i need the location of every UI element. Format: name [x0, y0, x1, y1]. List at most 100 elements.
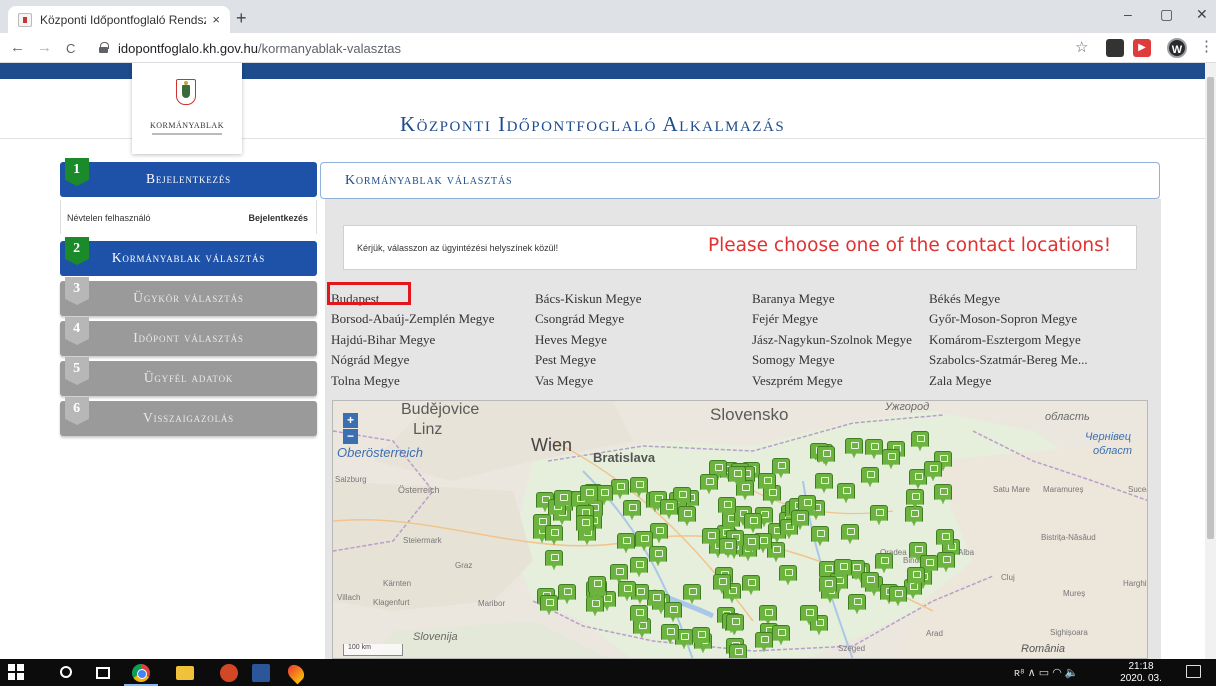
- step-number-badge: 6: [65, 397, 89, 425]
- tab-strip: Központi Időpontfoglaló Rendsz × + – ▢ ✕: [0, 0, 1216, 33]
- location-map[interactable]: + − Budějovice Linz Wien Oberösterreich …: [332, 400, 1148, 659]
- location-link[interactable]: Heves Megye: [535, 332, 607, 348]
- close-window-icon[interactable]: ✕: [1196, 6, 1208, 23]
- forward-arrow-icon[interactable]: →: [37, 39, 52, 56]
- maps-icon[interactable]: [284, 661, 308, 685]
- location-link[interactable]: Vas Megye: [535, 373, 593, 389]
- step-label: Bejelentkezés: [146, 171, 231, 186]
- map-label: Alba: [958, 548, 975, 557]
- map-label: Cluj: [1001, 573, 1015, 582]
- step-label: Ügyfél adatok: [143, 370, 234, 385]
- bookmark-star-icon[interactable]: ☆: [1075, 38, 1093, 56]
- location-link[interactable]: Nógrád Megye: [331, 352, 409, 368]
- kormanyablak-logo[interactable]: KORMÁNYABLAK: [132, 63, 242, 154]
- location-marker[interactable]: [729, 644, 747, 658]
- chrome-icon[interactable]: [132, 664, 150, 682]
- location-link[interactable]: Hajdú-Bihar Megye: [331, 332, 435, 348]
- step-office-selection[interactable]: 2 Kormányablak választás: [60, 237, 317, 276]
- map-label: Maramureș: [1043, 485, 1084, 494]
- map-label: Mureș: [1063, 589, 1086, 598]
- map-label: Österreich: [398, 485, 440, 495]
- map-label: Bistrița-Năsăud: [1041, 533, 1096, 542]
- map-label: România: [1021, 643, 1066, 655]
- step-label: Ügykör választás: [133, 290, 244, 305]
- location-link[interactable]: Komárom-Esztergom Megye: [929, 332, 1081, 348]
- step-time-selection[interactable]: 4 Időpont választás: [60, 317, 317, 356]
- back-arrow-icon[interactable]: ←: [10, 39, 25, 56]
- step-case-selection[interactable]: 3 Ügykör választás: [60, 277, 317, 316]
- map-label: Bratislava: [593, 450, 656, 465]
- location-link[interactable]: Győr-Moson-Sopron Megye: [929, 311, 1077, 327]
- step-label: Kormányablak választás: [111, 250, 266, 265]
- page-scrollbar[interactable]: [1205, 63, 1216, 659]
- map-label: Villach: [337, 593, 361, 602]
- system-tray[interactable]: ʀ⁸ ∧ ▭ ◠ 🔈: [1014, 666, 1079, 679]
- url-domain: idopontfoglalo.kh.gov.hu: [118, 41, 258, 56]
- map-label: Klagenfurt: [373, 598, 410, 607]
- logo-underline: [152, 133, 222, 135]
- clock[interactable]: 21:18 2020. 03. 26.: [1116, 661, 1166, 686]
- maximize-icon[interactable]: ▢: [1160, 6, 1173, 23]
- clock-time: 21:18: [1128, 661, 1154, 672]
- zoom-in-button[interactable]: +: [343, 413, 358, 428]
- step-login[interactable]: 1 Bejelentkezés: [60, 158, 317, 197]
- location-link[interactable]: Baranya Megye: [752, 291, 835, 307]
- extension-icon[interactable]: [1106, 39, 1124, 57]
- address-bar: ← → C idopontfoglalo.kh.gov.hu/kormanyab…: [0, 33, 1216, 63]
- map-label: Чернівец: [1085, 431, 1132, 443]
- location-link[interactable]: Fejér Megye: [752, 311, 818, 327]
- url-field[interactable]: idopontfoglalo.kh.gov.hu/kormanyablak-va…: [118, 41, 401, 56]
- login-link[interactable]: Bejelentkezés: [248, 213, 308, 223]
- step-number-badge: 5: [65, 357, 89, 385]
- powerpoint-icon[interactable]: [220, 664, 238, 682]
- file-explorer-icon[interactable]: [176, 666, 194, 680]
- map-label: Wien: [531, 435, 573, 455]
- map-label: Sighișoara: [1050, 628, 1088, 637]
- zoom-out-button[interactable]: −: [343, 429, 358, 444]
- tab-title: Központi Időpontfoglaló Rendsz: [40, 12, 207, 27]
- browser-tab[interactable]: Központi Időpontfoglaló Rendsz ×: [8, 6, 230, 33]
- location-link[interactable]: Somogy Megye: [752, 352, 835, 368]
- location-link[interactable]: Szabolcs-Szatmár-Bereg Me...: [929, 352, 1088, 368]
- extension-red-icon[interactable]: ▶: [1133, 39, 1151, 57]
- logo-text: KORMÁNYABLAK: [149, 121, 224, 130]
- tab-close-icon[interactable]: ×: [212, 12, 220, 27]
- notification-icon[interactable]: [1186, 665, 1201, 678]
- minimize-icon[interactable]: –: [1124, 6, 1132, 22]
- step-client-data[interactable]: 5 Ügyfél adatok: [60, 357, 317, 396]
- location-link[interactable]: Veszprém Megye: [752, 373, 843, 389]
- map-label: область: [1045, 411, 1090, 423]
- search-icon[interactable]: [60, 666, 72, 678]
- location-link[interactable]: Borsod-Abaúj-Zemplén Megye: [331, 311, 495, 327]
- coat-of-arms-icon: [176, 79, 196, 105]
- location-link[interactable]: Csongrád Megye: [535, 311, 624, 327]
- location-link[interactable]: Jász-Nagykun-Szolnok Megye: [752, 332, 912, 348]
- map-label: Graz: [455, 561, 473, 570]
- location-link[interactable]: Zala Megye: [929, 373, 991, 389]
- map-label: Szeged: [838, 644, 866, 653]
- location-link[interactable]: Bács-Kiskun Megye: [535, 291, 642, 307]
- panel-header: Kormányablak választás: [320, 162, 1160, 199]
- location-link[interactable]: Tolna Megye: [331, 373, 400, 389]
- task-view-icon[interactable]: [96, 667, 110, 679]
- map-label: Oberösterreich: [337, 445, 423, 460]
- windows-start-icon[interactable]: [8, 664, 26, 682]
- reload-icon[interactable]: C: [66, 41, 75, 56]
- location-link[interactable]: Pest Megye: [535, 352, 596, 368]
- word-icon[interactable]: [252, 664, 270, 682]
- profile-avatar[interactable]: W: [1167, 38, 1187, 58]
- location-link[interactable]: Békés Megye: [929, 291, 1000, 307]
- map-label: Slovenija: [413, 631, 458, 643]
- browser-menu-icon[interactable]: ⋮: [1199, 37, 1216, 55]
- map-label: Harghita: [1123, 579, 1147, 588]
- step-number-badge: 3: [65, 277, 89, 305]
- map-label: Ужгород: [885, 401, 930, 413]
- scrollbar-thumb[interactable]: [1207, 77, 1214, 539]
- step-number-badge: 4: [65, 317, 89, 345]
- user-name: Névtelen felhasználó: [67, 213, 151, 223]
- user-row: Névtelen felhasználó Bejelentkezés: [60, 200, 317, 234]
- new-tab-icon[interactable]: +: [236, 8, 247, 29]
- map-label: Kärnten: [383, 579, 412, 588]
- lock-icon[interactable]: [99, 42, 109, 53]
- step-confirmation[interactable]: 6 Visszaigazolás: [60, 397, 317, 436]
